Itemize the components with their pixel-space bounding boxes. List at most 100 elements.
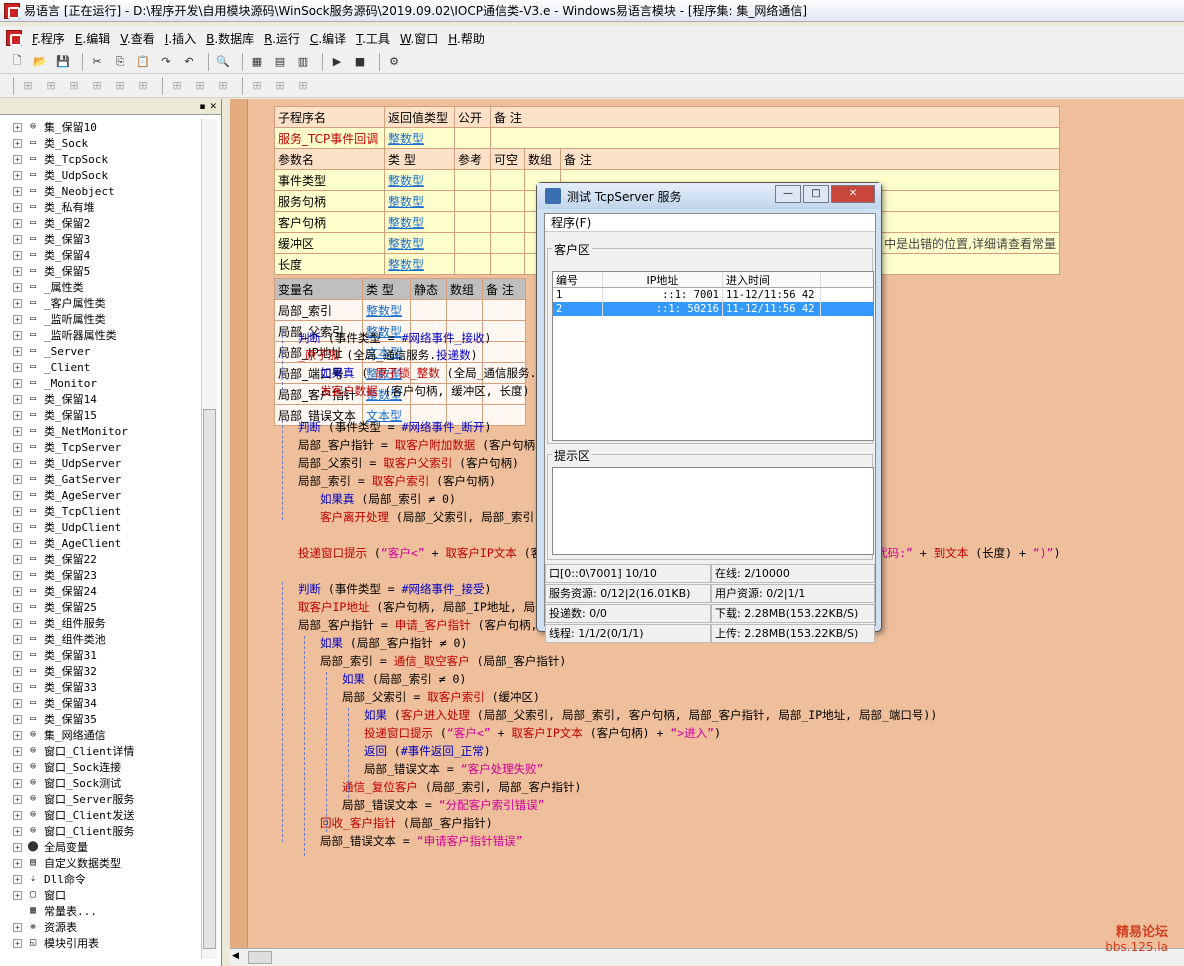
menu-item-8[interactable]: W.窗口 [400, 30, 438, 47]
align-top-icon[interactable]: ⊞ [88, 77, 106, 95]
tree-item[interactable]: + ⊜ 窗口_Sock连接 [0, 759, 200, 775]
tree-item[interactable]: + ◱ 模块引用表 [0, 935, 200, 951]
menu-item-7[interactable]: T.工具 [356, 30, 390, 47]
tree-item[interactable]: + ⬤ 全局变量 [0, 839, 200, 855]
expand-plus-icon[interactable]: + [13, 330, 22, 340]
param-type-link[interactable]: 整数型 [388, 174, 424, 188]
code-line[interactable]: 局部_错误文本 = “申请客户指针错误” [320, 832, 523, 850]
expand-plus-icon[interactable]: + [13, 410, 22, 420]
client-row[interactable]: 2::1: 50216 11-12/11:56 42 [553, 302, 873, 316]
expand-plus-icon[interactable]: + [13, 938, 22, 948]
tree-item[interactable]: + ▭ 类_保留22 [0, 551, 200, 567]
center-icon[interactable]: ⊞ [294, 77, 312, 95]
expand-plus-icon[interactable]: + [13, 522, 22, 532]
tree-item[interactable]: + ▭ _监听器属性类 [0, 327, 200, 343]
expand-plus-icon[interactable]: + [13, 170, 22, 180]
expand-plus-icon[interactable]: + [13, 858, 22, 868]
expand-plus-icon[interactable]: + [13, 874, 22, 884]
close-button[interactable]: ✕ [831, 185, 875, 203]
expand-plus-icon[interactable]: + [13, 650, 22, 660]
code-line[interactable]: 投递窗口提示 (“客户<” + 取客户IP文本 (客户句柄) + “>进入”) [364, 724, 721, 742]
dialog-menu-program[interactable]: 程序(F) [545, 214, 875, 232]
expand-plus-icon[interactable]: + [13, 794, 22, 804]
code-line[interactable]: 局部_索引 = 通信_取空客户 (局部_客户指针) [320, 652, 566, 670]
tree-item[interactable]: + ▭ 类_组件类池 [0, 631, 200, 647]
tree-item[interactable]: + ▭ 类_保留34 [0, 695, 200, 711]
tree-item[interactable]: + ▭ 类_组件服务 [0, 615, 200, 631]
tree-item[interactable]: + ▭ 类_UdpSock [0, 167, 200, 183]
var-type[interactable]: 整数型 [362, 299, 411, 321]
expand-plus-icon[interactable] [13, 907, 22, 916]
expand-plus-icon[interactable]: + [13, 730, 22, 740]
code-line[interactable]: 通信_复位客户 (局部_索引, 局部_客户指针) [342, 778, 581, 796]
menu-item-9[interactable]: H.帮助 [448, 30, 485, 47]
vspace-icon[interactable]: ⊞ [271, 77, 289, 95]
tree-item[interactable]: ▦ 常量表... [0, 903, 200, 919]
param-type[interactable]: 整数型 [384, 211, 455, 233]
run-icon[interactable]: ▶ [328, 53, 346, 71]
same-size-icon[interactable]: ⊞ [214, 77, 232, 95]
param-type-link[interactable]: 整数型 [388, 195, 424, 209]
tree-item[interactable]: + ▭ 类_保留24 [0, 583, 200, 599]
expand-plus-icon[interactable]: + [13, 890, 22, 900]
code-line[interactable]: 判断 (事件类型 = #网络事件_接收) [298, 329, 491, 347]
align-left-icon[interactable]: ⊞ [19, 77, 37, 95]
expand-plus-icon[interactable]: + [13, 122, 22, 132]
tree-item[interactable]: + ❋ 资源表 [0, 919, 200, 935]
expand-plus-icon[interactable]: + [13, 810, 22, 820]
tree-item[interactable]: + ▢ 窗口 [0, 887, 200, 903]
tree-item[interactable]: + ⊜ 窗口_Server服务 [0, 791, 200, 807]
expand-plus-icon[interactable]: + [13, 506, 22, 516]
menu-item-4[interactable]: B.数据库 [206, 30, 254, 47]
menu-item-1[interactable]: E.编辑 [75, 30, 110, 47]
tree-item[interactable]: + ▤ 自定义数据类型 [0, 855, 200, 871]
expand-plus-icon[interactable]: + [13, 266, 22, 276]
expand-plus-icon[interactable]: + [13, 458, 22, 468]
panel-restore-icon[interactable]: ▪ [199, 102, 205, 112]
sub-name[interactable]: 服务_TCP事件回调 [274, 127, 385, 149]
tree-item[interactable]: + ▭ 类_私有堆 [0, 199, 200, 215]
code-line[interactable]: 局部_父索引 = 取客户父索引 (客户句柄) [298, 454, 519, 472]
tree-scroll-thumb[interactable] [203, 409, 216, 949]
align-center-icon[interactable]: ⊞ [42, 77, 60, 95]
expand-plus-icon[interactable]: + [13, 346, 22, 356]
expand-plus-icon[interactable]: + [13, 378, 22, 388]
tree-item[interactable]: + ▭ 类_UdpClient [0, 519, 200, 535]
menu-item-0[interactable]: F.程序 [32, 30, 65, 47]
expand-plus-icon[interactable]: + [13, 634, 22, 644]
hspace-icon[interactable]: ⊞ [248, 77, 266, 95]
code-line[interactable]: 如果真 (_原子锁_整数 (全局_通信服务. [320, 364, 536, 382]
panel-close-icon[interactable]: ✕ [209, 102, 217, 112]
menu-item-2[interactable]: V.查看 [120, 30, 155, 47]
expand-plus-icon[interactable]: + [13, 314, 22, 324]
minimize-button[interactable]: — [775, 185, 801, 203]
param-type-link[interactable]: 整数型 [388, 258, 424, 272]
layout1-icon[interactable]: ▦ [248, 53, 266, 71]
param-name[interactable]: 事件类型 [274, 169, 385, 191]
sub-note-cell[interactable] [490, 127, 1060, 149]
expand-plus-icon[interactable]: + [13, 618, 22, 628]
expand-plus-icon[interactable]: + [13, 554, 22, 564]
tree-scrollbar[interactable] [201, 119, 217, 959]
code-line[interactable]: 局部_索引 = 取客户索引 (客户句柄) [298, 472, 496, 490]
expand-plus-icon[interactable]: + [13, 682, 22, 692]
expand-plus-icon[interactable]: + [13, 586, 22, 596]
tree-item[interactable]: + ▭ 类_保留32 [0, 663, 200, 679]
var-type-link[interactable]: 整数型 [366, 304, 402, 318]
var-static[interactable] [410, 299, 447, 321]
open-folder-icon[interactable]: 📂 [31, 53, 49, 71]
tree-item[interactable]: + ▭ 类_TcpClient [0, 503, 200, 519]
expand-plus-icon[interactable]: + [13, 298, 22, 308]
code-line[interactable]: 回收_客户指针 (局部_客户指针) [320, 814, 493, 832]
menu-item-3[interactable]: I.插入 [165, 30, 196, 47]
code-line[interactable]: 判断 (事件类型 = #网络事件_接受) [298, 580, 491, 598]
param-nullable[interactable] [490, 190, 525, 212]
col-id[interactable]: 编号 [553, 272, 603, 287]
param-name[interactable]: 缓冲区 [274, 232, 385, 254]
tree-item[interactable]: + ▭ 类_保留2 [0, 215, 200, 231]
expand-plus-icon[interactable]: + [13, 570, 22, 580]
code-line[interactable]: 判断 (事件类型 = #网络事件_断开) [298, 418, 491, 436]
undo-icon[interactable]: ↶ [180, 53, 198, 71]
param-type[interactable]: 整数型 [384, 169, 455, 191]
tree-item[interactable]: + ▭ 类_保留15 [0, 407, 200, 423]
